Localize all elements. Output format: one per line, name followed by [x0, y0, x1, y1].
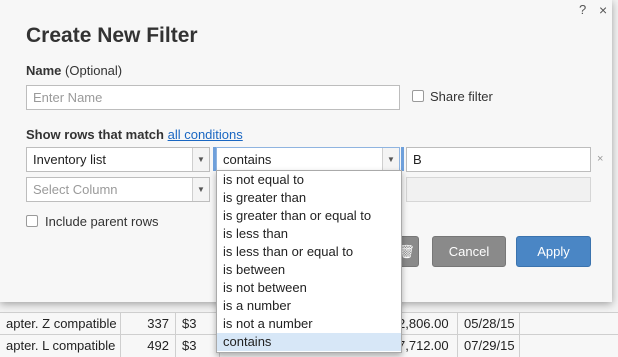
condition-value-input[interactable]: B: [406, 147, 591, 172]
dropdown-option[interactable]: is greater than or equal to: [217, 207, 401, 225]
name-optional-text: (Optional): [65, 63, 123, 78]
condition-value-input-disabled: [406, 177, 591, 202]
match-label-text: Show rows that match: [26, 127, 164, 142]
remove-condition-icon[interactable]: ×: [597, 153, 603, 165]
dropdown-option[interactable]: is less than or equal to: [217, 243, 401, 261]
operator-select[interactable]: contains ▼: [216, 147, 400, 172]
include-parent-label: Include parent rows: [45, 214, 159, 229]
cancel-button[interactable]: Cancel: [432, 236, 506, 267]
all-conditions-link[interactable]: all conditions: [168, 127, 243, 142]
dropdown-option[interactable]: is a number: [217, 297, 401, 315]
filter-name-input[interactable]: [26, 85, 400, 110]
dropdown-option[interactable]: is greater than: [217, 189, 401, 207]
dropdown-option[interactable]: is less than: [217, 225, 401, 243]
table-cell[interactable]: [520, 335, 618, 357]
help-icon[interactable]: ?: [579, 2, 586, 17]
table-cell[interactable]: apter. L compatible: [0, 335, 121, 357]
column-select-value: Inventory list: [33, 152, 106, 167]
name-label-text: Name: [26, 63, 62, 78]
column-select-placeholder: Select Column: [33, 182, 118, 197]
table-cell[interactable]: 7,712.00: [398, 335, 458, 357]
chevron-down-icon[interactable]: ▼: [382, 148, 399, 171]
table-cell[interactable]: 05/28/15: [458, 313, 520, 335]
column-select[interactable]: Inventory list ▼: [26, 147, 210, 172]
dialog-title: Create New Filter: [26, 24, 198, 47]
condition-resize-handle[interactable]: [401, 147, 404, 171]
table-cell[interactable]: apter. Z compatible: [0, 313, 121, 335]
table-cell[interactable]: 492: [121, 335, 176, 357]
column-select-empty[interactable]: Select Column ▼: [26, 177, 210, 202]
operator-dropdown-menu: is not equal to is greater than is great…: [216, 170, 402, 353]
dropdown-option[interactable]: is not equal to: [217, 171, 401, 189]
table-cell[interactable]: $3: [176, 335, 220, 357]
match-conditions-label: Show rows that match all conditions: [26, 127, 243, 142]
dropdown-option[interactable]: is between: [217, 261, 401, 279]
table-cell[interactable]: [520, 313, 618, 335]
dropdown-option[interactable]: is not a number: [217, 315, 401, 333]
table-cell[interactable]: $3: [176, 313, 220, 335]
dropdown-option-selected[interactable]: contains: [217, 333, 401, 351]
table-cell[interactable]: 07/29/15: [458, 335, 520, 357]
share-filter-checkbox[interactable]: [412, 90, 424, 102]
chevron-down-icon[interactable]: ▼: [192, 178, 209, 201]
dropdown-option[interactable]: is not between: [217, 279, 401, 297]
name-field-label: Name (Optional): [26, 63, 122, 78]
share-filter-label: Share filter: [430, 89, 493, 104]
table-cell[interactable]: 337: [121, 313, 176, 335]
apply-button[interactable]: Apply: [516, 236, 591, 267]
operator-select-value: contains: [223, 152, 272, 167]
include-parent-checkbox[interactable]: [26, 215, 38, 227]
table-cell[interactable]: 2,806.00: [398, 313, 458, 335]
chevron-down-icon[interactable]: ▼: [192, 148, 209, 171]
close-icon[interactable]: ×: [599, 2, 607, 18]
